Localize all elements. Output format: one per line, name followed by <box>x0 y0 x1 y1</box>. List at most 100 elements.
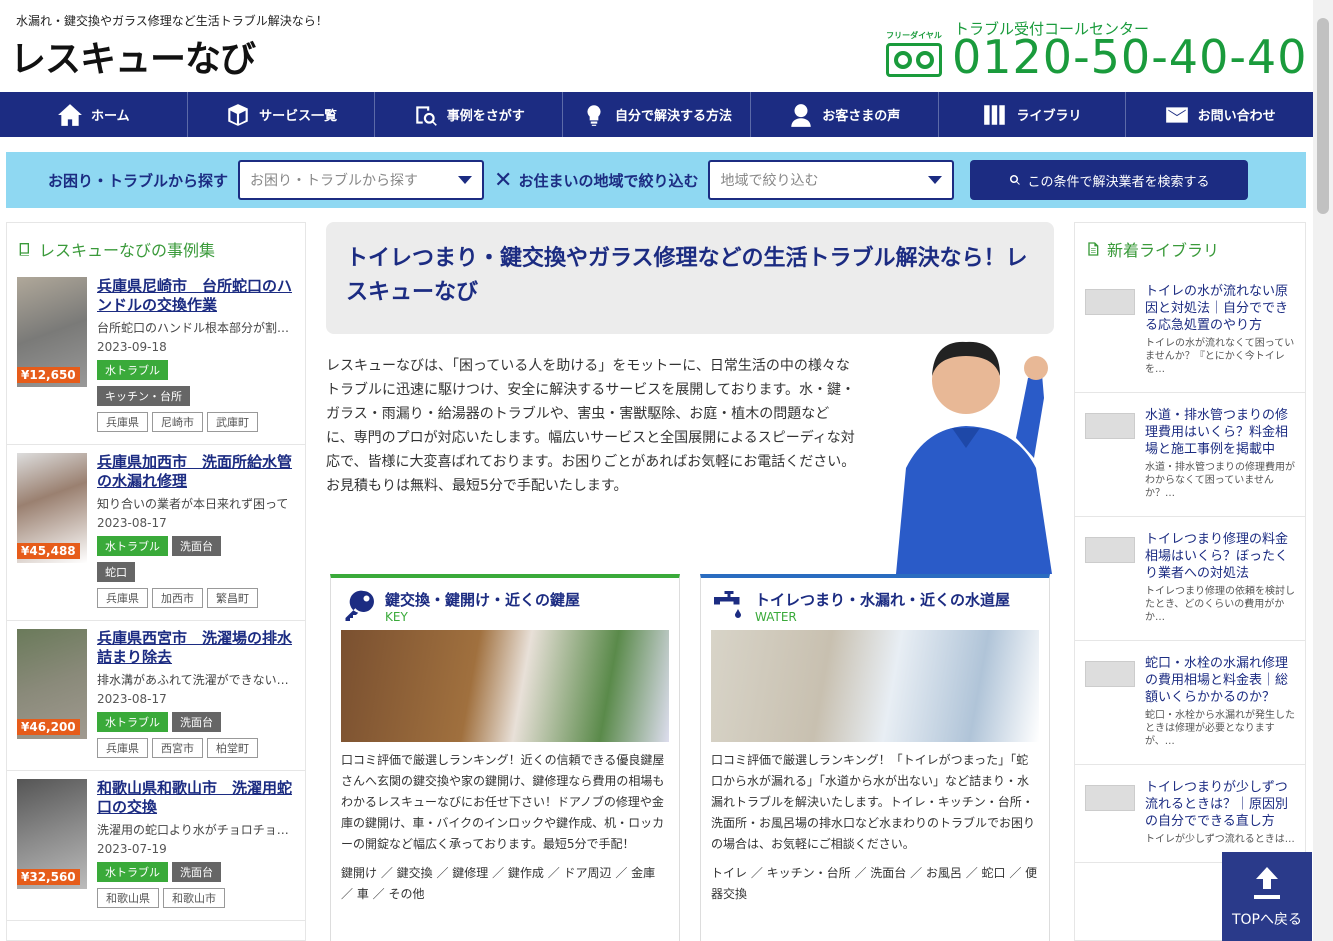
library-title[interactable]: トイレの水が流れない原因と対処法｜自分でできる応急処置のやり方 <box>1145 283 1295 334</box>
library-desc: 蛇口・水栓から水漏れが発生したときは修理が必要となりますが、… <box>1145 710 1295 747</box>
area-select[interactable]: 地域で絞り込む <box>708 160 955 200</box>
library-item[interactable]: 蛇口・水栓の水漏れ修理の費用相場と料金表｜総額いくらかかるのか？ 蛇口・水栓から… <box>1075 641 1305 765</box>
search-doc-icon <box>416 105 437 126</box>
area-tag[interactable]: 繁昌町 <box>207 588 258 608</box>
case-item[interactable]: ¥45,488 兵庫県加西市 洗面所給水管の水漏れ修理 知り合いの業者が本日来れ… <box>7 445 305 621</box>
subcategory-tag[interactable]: 洗面台 <box>172 862 221 882</box>
category-tag[interactable]: 水トラブル <box>97 862 168 882</box>
category-tag[interactable]: 水トラブル <box>97 712 168 732</box>
card-subtitle: KEY <box>385 609 408 624</box>
nav-label: お問い合わせ <box>1197 109 1276 124</box>
subcategory-tag[interactable]: 蛇口 <box>97 562 135 582</box>
case-title-link[interactable]: 兵庫県加西市 洗面所給水管の水漏れ修理 <box>97 453 295 491</box>
subcategory-tag[interactable]: 洗面台 <box>172 712 221 732</box>
nav-voices[interactable]: お客さまの声 <box>751 92 939 137</box>
main-content: トイレつまり・鍵交換やガラス修理などの生活トラブル解決なら！レスキューなび レス… <box>326 222 1054 941</box>
case-title-link[interactable]: 和歌山県和歌山市 洗濯用蛇口の交換 <box>97 779 295 817</box>
library-title[interactable]: 蛇口・水栓の水漏れ修理の費用相場と料金表｜総額いくらかかるのか？ <box>1145 655 1295 706</box>
nav-cases[interactable]: 事例をさがす <box>375 92 564 137</box>
card-links[interactable]: 鍵開け ／ 鍵交換 ／ 鍵修理 ／ 鍵作成 ／ ドア周辺 ／ 金庫 ／ 車 ／ … <box>331 855 679 905</box>
case-desc: 洗濯用の蛇口より水がチョロチョロと <box>97 823 295 837</box>
card-title[interactable]: トイレつまり・水漏れ・近くの水道屋 <box>755 589 1010 610</box>
search-button[interactable]: この条件で解決業者を検索する <box>970 160 1249 200</box>
nav-label: 事例をさがす <box>446 109 525 124</box>
card-title[interactable]: 鍵交換・鍵開け・近くの鍵屋 <box>385 589 580 610</box>
library-item[interactable]: トイレの水が流れない原因と対処法｜自分でできる応急処置のやり方 トイレの水が流れ… <box>1075 269 1305 393</box>
area-tag[interactable]: 尼崎市 <box>152 412 203 432</box>
chevron-down-icon <box>458 176 473 184</box>
library-title[interactable]: トイレつまりが少しずつ流れるときは？｜原因別の自分でできる直し方 <box>1145 779 1295 830</box>
trouble-select-value: お困り・トラブルから探す <box>250 173 419 189</box>
area-select-value: 地域で絞り込む <box>720 173 819 189</box>
library-thumbnail <box>1085 413 1135 439</box>
page: 水漏れ・鍵交換やガラス修理など生活トラブル解決なら！ レスキューなび フリーダイ… <box>0 0 1333 941</box>
area-tag[interactable]: 柏堂町 <box>207 738 258 758</box>
nav-services[interactable]: サービス一覧 <box>188 92 376 137</box>
area-tag[interactable]: 和歌山市 <box>163 888 225 908</box>
case-price: ¥45,488 <box>17 543 80 559</box>
card-subtitle: WATER <box>755 609 797 624</box>
page-scrollbar[interactable] <box>1313 0 1333 941</box>
library-item[interactable]: 水道・排水管つまりの修理費用はいくら？料金相場と施工事例を掲載中 水道・排水管つ… <box>1075 393 1305 517</box>
intro-text: レスキューなびは、「困っている人を助ける」をモットーに、日常生活の中の様々なトラ… <box>326 358 856 494</box>
site-logo[interactable]: レスキューなび <box>10 30 256 82</box>
library-list: 新着ライブラリ トイレの水が流れない原因と対処法｜自分でできる応急処置のやり方 … <box>1074 222 1306 941</box>
key-service-card[interactable]: 鍵交換・鍵開け・近くの鍵屋 KEY 口コミ評価で厳選しランキング！近くの信頼でき… <box>330 574 680 941</box>
nav-label: ライブラリ <box>1016 109 1082 124</box>
user-icon <box>791 103 811 127</box>
faucet-icon <box>714 591 741 618</box>
phone-number[interactable]: 0120-50-40-40 <box>952 30 1307 84</box>
subcategory-tag[interactable]: 洗面台 <box>172 536 221 556</box>
case-list: レスキューなびの事例集 ¥12,650 兵庫県尼崎市 台所蛇口のハンドルの交換作… <box>6 222 306 941</box>
area-tag[interactable]: 兵庫県 <box>97 588 148 608</box>
nav-contact[interactable]: お問い合わせ <box>1126 92 1313 137</box>
staff-illustration <box>896 341 1052 574</box>
nav-library[interactable]: ライブラリ <box>939 92 1127 137</box>
area-tag[interactable]: 兵庫県 <box>97 738 148 758</box>
library-desc: トイレの水が流れなくて困っていませんか？『とにかく今トイレを… <box>1145 338 1295 375</box>
subcategory-tag[interactable]: キッチン・台所 <box>97 386 190 406</box>
library-title[interactable]: 水道・排水管つまりの修理費用はいくら？料金相場と施工事例を掲載中 <box>1145 407 1295 458</box>
case-item[interactable]: ¥46,200 兵庫県西宮市 洗濯場の排水詰まり除去 排水溝があふれて洗濯ができ… <box>7 621 305 771</box>
back-to-top-button[interactable]: TOPへ戻る <box>1222 852 1312 941</box>
case-price: ¥46,200 <box>17 719 80 735</box>
case-item[interactable]: ¥12,650 兵庫県尼崎市 台所蛇口のハンドルの交換作業 台所蛇口のハンドル根… <box>7 269 305 445</box>
site-header: 水漏れ・鍵交換やガラス修理など生活トラブル解決なら！ レスキューなび フリーダイ… <box>0 0 1313 92</box>
trouble-select[interactable]: お困り・トラブルから探す <box>238 160 485 200</box>
case-thumbnail: ¥12,650 <box>17 277 87 387</box>
scrollbar-thumb[interactable] <box>1317 18 1329 214</box>
case-desc: 排水溝があふれて洗濯ができない状態 <box>97 673 295 687</box>
library-title[interactable]: トイレつまり修理の料金相場はいくら？ぼったくり業者への対処法 <box>1145 531 1295 582</box>
library-thumbnail <box>1085 289 1135 315</box>
area-tag[interactable]: 西宮市 <box>152 738 203 758</box>
mail-icon <box>1165 106 1188 123</box>
library-desc: トイレが少しずつ流れるときは… <box>1145 834 1295 845</box>
area-filter-label: お住まいの地域で絞り込む <box>518 171 699 190</box>
library-desc: トイレつまり修理の依頼を検討したとき、どのくらいの費用がかか… <box>1145 586 1295 623</box>
area-tag[interactable]: 加西市 <box>152 588 203 608</box>
nav-home[interactable]: ホーム <box>0 92 188 137</box>
lightbulb-icon <box>587 104 601 126</box>
area-tag[interactable]: 兵庫県 <box>97 412 148 432</box>
freedial-label: フリーダイヤル <box>886 31 942 40</box>
nav-label: 自分で解決する方法 <box>615 109 733 124</box>
case-title-link[interactable]: 兵庫県尼崎市 台所蛇口のハンドルの交換作業 <box>97 277 295 315</box>
nav-label: お客さまの声 <box>822 109 901 124</box>
case-title-link[interactable]: 兵庫県西宮市 洗濯場の排水詰まり除去 <box>97 629 295 667</box>
category-tag[interactable]: 水トラブル <box>97 536 168 556</box>
area-tag[interactable]: 武庫町 <box>207 412 258 432</box>
case-date: 2023-09-18 <box>97 340 167 354</box>
library-item[interactable]: トイレつまり修理の料金相場はいくら？ぼったくり業者への対処法 トイレつまり修理の… <box>1075 517 1305 641</box>
category-tag[interactable]: 水トラブル <box>97 360 168 380</box>
library-item[interactable]: トイレつまりが少しずつ流れるときは？｜原因別の自分でできる直し方 トイレが少しず… <box>1075 765 1305 863</box>
key-icon <box>345 590 374 621</box>
card-links[interactable]: トイレ ／ キッチン・台所 ／ 洗面台 ／ お風呂 ／ 蛇口 ／ 便器交換 <box>701 855 1049 905</box>
water-service-card[interactable]: トイレつまり・水漏れ・近くの水道屋 WATER 口コミ評価で厳選しランキング！「… <box>700 574 1050 941</box>
nav-diy[interactable]: 自分で解決する方法 <box>563 92 751 137</box>
case-item[interactable]: ¥32,560 和歌山県和歌山市 洗濯用蛇口の交換 洗濯用の蛇口より水がチョロチ… <box>7 771 305 921</box>
area-tag[interactable]: 和歌山県 <box>97 888 159 908</box>
book-icon <box>19 243 29 256</box>
nav-label: ホーム <box>91 109 130 124</box>
card-image <box>711 630 1039 742</box>
cross-icon: ✕ <box>494 167 513 193</box>
